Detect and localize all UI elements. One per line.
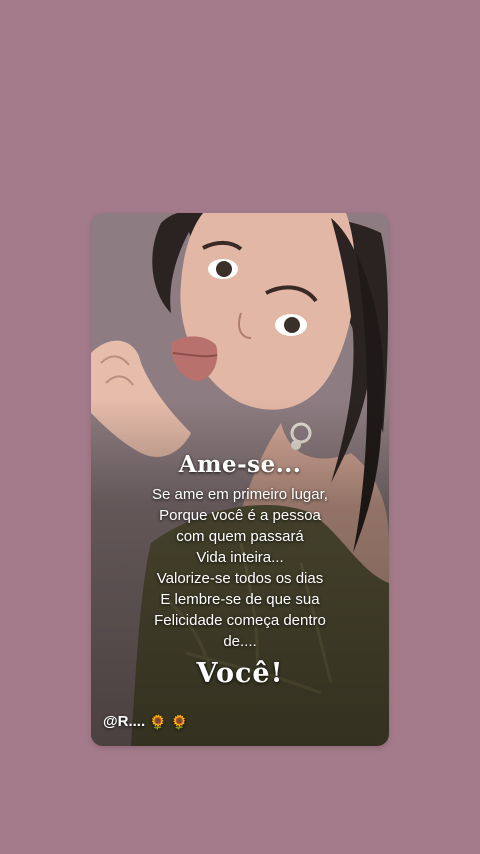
quote-line: Se ame em primeiro lugar, [152, 486, 328, 503]
author-handle[interactable]: @R.... 🌻 🌻 [103, 713, 188, 730]
quote-signoff: Você! [196, 658, 284, 689]
quote-line: com quem passará [176, 528, 304, 545]
quote-line: Valorize-se todos os dias [156, 570, 324, 587]
quote-line: Vida inteira... [196, 549, 284, 566]
quote-line: Porque você é a pessoa [159, 507, 321, 524]
quote-title: Ame-se... [178, 451, 302, 478]
sunflower-icon: 🌻 [149, 713, 167, 730]
quote-line: E lembre-se de que sua [160, 591, 320, 608]
quote-line: de.... [223, 633, 257, 650]
quote-line: Felicidade começa dentro [154, 612, 326, 629]
sunflower-icon: 🌻 [170, 713, 189, 730]
handle-text: @R.... [103, 713, 146, 730]
story-card[interactable]: Ame-se... Se ame em primeiro lugar, Porq… [91, 213, 389, 746]
quote-block: Ame-se... Se ame em primeiro lugar, Porq… [91, 451, 389, 689]
